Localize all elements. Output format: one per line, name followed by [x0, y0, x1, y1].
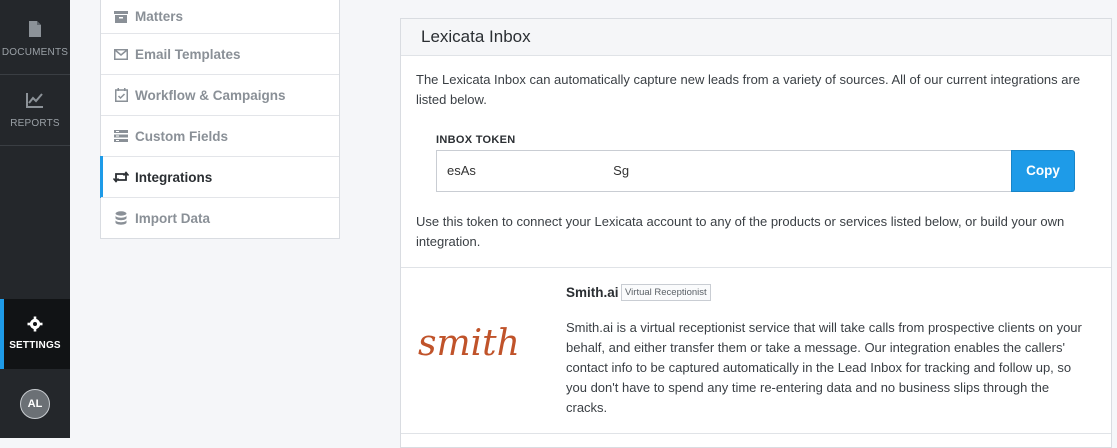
nav-reports[interactable]: REPORTS: [0, 91, 70, 129]
menu-item-workflow-campaigns[interactable]: Workflow & Campaigns: [101, 74, 339, 115]
section-divider: [401, 267, 1111, 268]
calendar-check-icon: [113, 88, 129, 102]
lexicata-inbox-panel: Lexicata Inbox The Lexicata Inbox can au…: [400, 18, 1112, 448]
archive-icon: [113, 10, 129, 24]
menu-item-import-data[interactable]: Import Data: [101, 197, 339, 238]
menu-item-label: Integrations: [135, 169, 213, 185]
menu-item-label: Custom Fields: [135, 128, 229, 144]
nav-documents-label: DOCUMENTS: [1, 47, 69, 58]
integration-category-badge: Virtual Receptionist: [621, 284, 711, 301]
left-nav-rail: DOCUMENTS REPORTS SETTINGS AL: [0, 0, 70, 438]
gear-icon: [27, 316, 43, 332]
document-icon: [29, 21, 41, 37]
nav-documents[interactable]: DOCUMENTS: [0, 20, 70, 58]
section-divider: [401, 433, 1111, 434]
inbox-token-label: INBOX TOKEN: [436, 134, 516, 146]
nav-reports-label: REPORTS: [10, 118, 60, 129]
nav-settings[interactable]: SETTINGS: [0, 299, 70, 369]
menu-item-email-templates[interactable]: Email Templates: [101, 33, 339, 74]
token-usage-note: Use this token to connect your Lexicata …: [416, 214, 1065, 249]
menu-item-custom-fields[interactable]: Custom Fields: [101, 115, 339, 156]
copy-button[interactable]: Copy: [1011, 150, 1075, 192]
envelope-icon: [113, 47, 129, 61]
svg-text:smith: smith: [418, 323, 520, 363]
inbox-token-field[interactable]: esAs Sg: [436, 150, 1012, 192]
smith-logo: smith: [416, 321, 541, 368]
smith-logo-mark: smith: [418, 323, 520, 364]
nav-settings-label: SETTINGS: [9, 340, 61, 351]
menu-item-label: Email Templates: [135, 46, 241, 62]
inbox-intro-text: The Lexicata Inbox can automatically cap…: [416, 72, 1081, 107]
menu-item-matters[interactable]: Matters: [101, 0, 339, 33]
list-icon: [113, 129, 129, 143]
line-chart-icon: [26, 93, 43, 108]
integration-description: Smith.ai is a virtual receptionist servi…: [566, 320, 1082, 415]
retweet-icon: [113, 170, 129, 184]
menu-item-label: Matters: [135, 9, 184, 24]
panel-title: Lexicata Inbox: [401, 19, 1111, 56]
integration-name: Smith.ai: [566, 285, 619, 300]
menu-item-label: Workflow & Campaigns: [135, 87, 286, 103]
avatar[interactable]: AL: [20, 389, 50, 419]
settings-menu: Matters Email Templates Workflow & Campa…: [100, 0, 340, 239]
menu-item-label: Import Data: [135, 210, 211, 226]
menu-item-integrations[interactable]: Integrations: [100, 156, 339, 198]
database-icon: [113, 211, 129, 225]
